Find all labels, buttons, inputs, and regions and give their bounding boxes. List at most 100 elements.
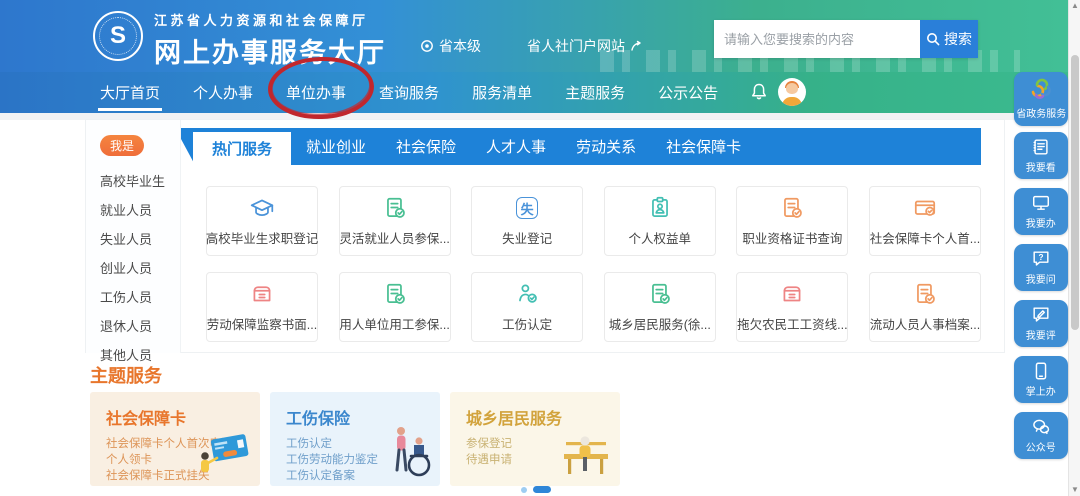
role-item-3[interactable]: 创业人员 [100,254,165,283]
service-card-8[interactable]: 工伤认定 [471,272,583,342]
graduation-cap-icon [249,195,275,221]
pager-dot-active[interactable] [533,486,551,493]
rail-button-6[interactable]: 公众号 [1014,412,1068,459]
doc-check-icon [647,281,673,307]
identity-role-list: 高校毕业生就业人员失业人员创业人员工伤人员退休人员其他人员 [100,167,165,370]
role-item-5[interactable]: 退休人员 [100,312,165,341]
nav-item-1[interactable]: 个人办事 [193,72,253,113]
logo-s-glyph: S [99,17,137,55]
service-label: 拖欠农民工工资线... [737,314,847,333]
rail-button-2[interactable]: 我要办 [1014,188,1068,235]
rail-button-5[interactable]: 掌上办 [1014,356,1068,403]
services-panel: 我是 高校毕业生就业人员失业人员创业人员工伤人员退休人员其他人员 热门服务就业创… [85,119,1005,353]
service-label: 职业资格证书查询 [742,228,842,247]
rail-button-4[interactable]: 我要评 [1014,300,1068,347]
vertical-scrollbar[interactable]: ▲ ▼ [1068,0,1080,496]
nav-item-5[interactable]: 主题服务 [565,72,625,113]
nav-item-0[interactable]: 大厅首页 [100,72,160,113]
doc-check-icon [382,281,408,307]
scrollbar-thumb[interactable] [1071,55,1079,330]
main-nav: 大厅首页个人办事单位办事查询服务服务清单主题服务公示公告 [100,72,718,113]
service-card-4[interactable]: 职业资格证书查询 [736,186,848,256]
phone-icon [1031,361,1051,381]
tab-0[interactable]: 热门服务 [193,132,291,165]
region-label: 省本级 [439,36,481,56]
services-grid: 高校毕业生求职登记 灵活就业人员参保... 失失业登记个人权益单职业资格证书查询 社会… [206,186,981,342]
theme-section-title: 主题服务 [90,362,162,388]
search-button[interactable]: 搜索 [920,20,978,58]
rail-button-label: 公众号 [1026,440,1056,454]
question-bubble-icon: ? [1031,249,1051,269]
wechat-icon [1031,417,1051,437]
rail-button-label: 我要评 [1026,328,1056,342]
shi-char-icon: 失 [516,195,538,221]
user-avatar[interactable] [778,78,806,106]
pager-dot[interactable] [521,487,527,493]
rail-button-label: 我要问 [1026,272,1056,286]
tab-3[interactable]: 人才人事 [471,128,561,165]
nav-item-4[interactable]: 服务清单 [472,72,532,113]
rail-button-label: 我要看 [1026,160,1056,174]
region-selector[interactable]: 省本级 [420,36,481,56]
service-card-0[interactable]: 高校毕业生求职登记 [206,186,318,256]
service-card-9[interactable]: 城乡居民服务(徐... [604,272,716,342]
avatar-face [786,83,798,94]
theme-card-2[interactable]: 城乡居民服务参保登记待遇申请 [450,392,620,486]
theme-card-title: 城乡居民服务 [466,405,620,429]
rail-button-3[interactable]: ? 我要问 [1014,244,1068,291]
page: S 江苏省人力资源和社会保障厅 网上办事服务大厅 省本级 省人社门户网站 搜索 … [0,0,1080,496]
mailbox-icon [249,281,275,307]
service-label: 灵活就业人员参保... [339,228,449,247]
doc-check-icon [382,195,408,221]
service-card-6[interactable]: 劳动保障监察书面... [206,272,318,342]
external-arrow-icon [630,40,645,53]
site-titles: 江苏省人力资源和社会保障厅 网上办事服务大厅 [154,10,386,70]
role-item-1[interactable]: 就业人员 [100,196,165,225]
search-icon [926,32,940,46]
bench-illustration [558,435,614,484]
theme-card-0[interactable]: 社会保障卡社会保障卡个人首次申请个人领卡社会保障卡正式挂失 [90,392,260,486]
nav-item-6[interactable]: 公示公告 [658,72,718,113]
scrollbar-up-icon[interactable]: ▲ [1069,0,1080,12]
tab-5[interactable]: 社会保障卡 [651,128,756,165]
location-pin-icon [420,39,434,53]
service-tabbar: 热门服务就业创业社会保险人才人事劳动关系社会保障卡 [181,128,981,165]
service-card-2[interactable]: 失失业登记 [471,186,583,256]
role-item-0[interactable]: 高校毕业生 [100,167,165,196]
theme-card-title: 社会保障卡 [106,405,260,429]
wheelchair-illustration [388,423,434,484]
clipboard-icon [647,195,673,221]
service-label: 社会保障卡个人首... [870,228,980,247]
theme-cards: 社会保障卡社会保障卡个人首次申请个人领卡社会保障卡正式挂失 工伤保险工伤认定工伤… [90,392,620,486]
service-card-3[interactable]: 个人权益单 [604,186,716,256]
service-card-10[interactable]: 拖欠农民工工资线... [736,272,848,342]
service-label: 劳动保障监察书面... [207,314,317,333]
service-card-5[interactable]: 社会保障卡个人首... [869,186,981,256]
theme-card-1[interactable]: 工伤保险工伤认定工伤劳动能力鉴定工伤认定备案 [270,392,440,486]
role-item-2[interactable]: 失业人员 [100,225,165,254]
portal-link[interactable]: 省人社门户网站 [527,36,645,56]
service-card-1[interactable]: 灵活就业人员参保... [339,186,451,256]
tab-4[interactable]: 劳动关系 [561,128,651,165]
search-input[interactable] [714,20,920,58]
nav-item-3[interactable]: 查询服务 [379,72,439,113]
edit-bubble-icon [1031,305,1051,325]
rail-button-0[interactable]: 省政务服务 [1014,72,1068,126]
service-card-7[interactable]: 用人单位用工参保... [339,272,451,342]
service-label: 高校毕业生求职登记 [206,228,319,247]
service-card-11[interactable]: 流动人员人事档案... [869,272,981,342]
rail-button-label: 掌上办 [1026,384,1056,398]
rail-button-1[interactable]: 我要看 [1014,132,1068,179]
tab-2[interactable]: 社会保险 [381,128,471,165]
service-label: 用人单位用工参保... [339,314,449,333]
gov-services-logo-icon [1028,77,1054,103]
scrollbar-down-icon[interactable]: ▼ [1069,484,1080,496]
role-item-4[interactable]: 工伤人员 [100,283,165,312]
search-bar: 搜索 [714,20,978,58]
tab-1[interactable]: 就业创业 [291,128,381,165]
service-label: 城乡居民服务(徐... [609,314,711,333]
rail-button-label: 省政务服务 [1016,106,1066,120]
notification-bell-icon[interactable] [748,81,770,103]
mailbox-icon [779,281,805,307]
nav-item-2[interactable]: 单位办事 [286,72,346,113]
